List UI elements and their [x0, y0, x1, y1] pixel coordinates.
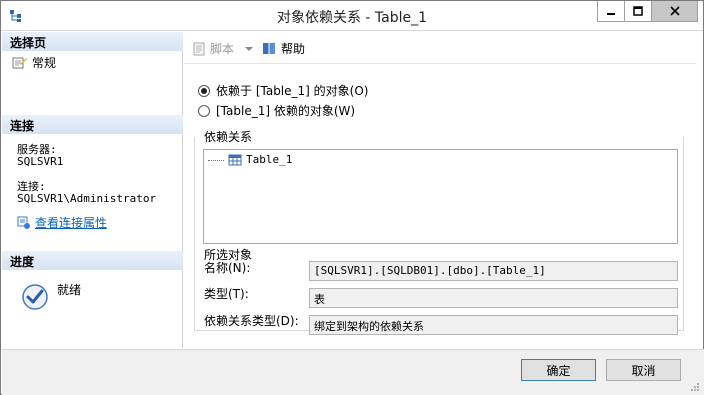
connection-header: 连接: [2, 115, 183, 134]
title-bar[interactable]: 对象依赖关系 - Table_1: [1, 1, 703, 31]
server-value: SQLSVR1: [17, 155, 64, 168]
help-icon: [263, 43, 275, 54]
page-item-label: 常规: [32, 56, 57, 70]
resize-grip-icon[interactable]: [690, 382, 700, 392]
dependencies-group-label: 依赖关系: [204, 130, 253, 144]
radio-unselected-indicator[interactable]: [198, 104, 210, 117]
progress-header: 进度: [2, 251, 183, 270]
close-icon: [669, 6, 680, 16]
help-label: 帮助: [281, 42, 306, 56]
button-bar: 确定 取消: [2, 349, 704, 395]
tree-node-table[interactable]: Table_1: [208, 153, 292, 166]
type-label: 类型(T):: [204, 287, 249, 301]
properties-icon: [17, 216, 30, 229]
minimize-button[interactable]: [597, 1, 624, 22]
name-label: 名称(N):: [204, 261, 251, 275]
radio-depends-on-table[interactable]: 依赖于 [Table_1] 的对象(O): [198, 82, 368, 99]
view-connection-properties-label: 查看连接属性: [35, 216, 108, 230]
view-connection-properties-link[interactable]: 查看连接属性: [17, 214, 107, 231]
progress-status: 就绪: [57, 283, 82, 297]
tree-connector: [208, 160, 224, 161]
select-page-header: 选择页: [2, 32, 183, 51]
chevron-down-icon[interactable]: [244, 45, 254, 53]
type-field[interactable]: 表: [309, 288, 678, 308]
toolbar: 脚本 帮助: [184, 32, 696, 64]
main-content: 依赖于 [Table_1] 的对象(O) [Table_1] 依赖的对象(W) …: [184, 65, 696, 348]
dependency-type-label: 依赖关系类型(D):: [204, 314, 299, 328]
name-field[interactable]: [SQLSVR1].[SQLDB01].[dbo].[Table_1]: [309, 261, 678, 281]
radio-depends-on-table-label: 依赖于 [Table_1] 的对象(O): [216, 84, 369, 98]
script-label: 脚本: [210, 42, 235, 56]
script-icon: [193, 42, 205, 55]
tree-node-label: Table_1: [246, 153, 293, 166]
ready-check-icon: [22, 284, 48, 310]
dependency-type-field[interactable]: 绑定到架构的依赖关系: [309, 315, 678, 335]
dialog-window: 对象依赖关系 - Table_1 选择页 常规 连接 服务器: SQLSVR1 …: [0, 0, 704, 395]
script-button[interactable]: 脚本: [192, 40, 254, 57]
radio-table-depends-on[interactable]: [Table_1] 依赖的对象(W): [198, 102, 355, 119]
radio-selected-indicator[interactable]: [198, 84, 210, 97]
maximize-button[interactable]: [624, 1, 651, 22]
table-icon: [228, 154, 242, 165]
maximize-icon: [633, 6, 643, 16]
close-button[interactable]: [651, 1, 698, 22]
radio-table-depends-on-label: [Table_1] 依赖的对象(W): [216, 104, 356, 118]
page-icon: [12, 57, 27, 68]
cancel-button[interactable]: 取消: [606, 359, 681, 381]
help-button[interactable]: 帮助: [262, 40, 305, 57]
page-item-general[interactable]: 常规: [12, 54, 56, 71]
dependency-tree[interactable]: Table_1: [203, 149, 678, 244]
connection-value: SQLSVR1\Administrator: [17, 192, 157, 205]
minimize-icon: [607, 13, 615, 15]
left-pane: 选择页 常规 连接 服务器: SQLSVR1 连接: SQLSVR1\Admin…: [2, 32, 183, 348]
ok-button[interactable]: 确定: [521, 359, 596, 381]
